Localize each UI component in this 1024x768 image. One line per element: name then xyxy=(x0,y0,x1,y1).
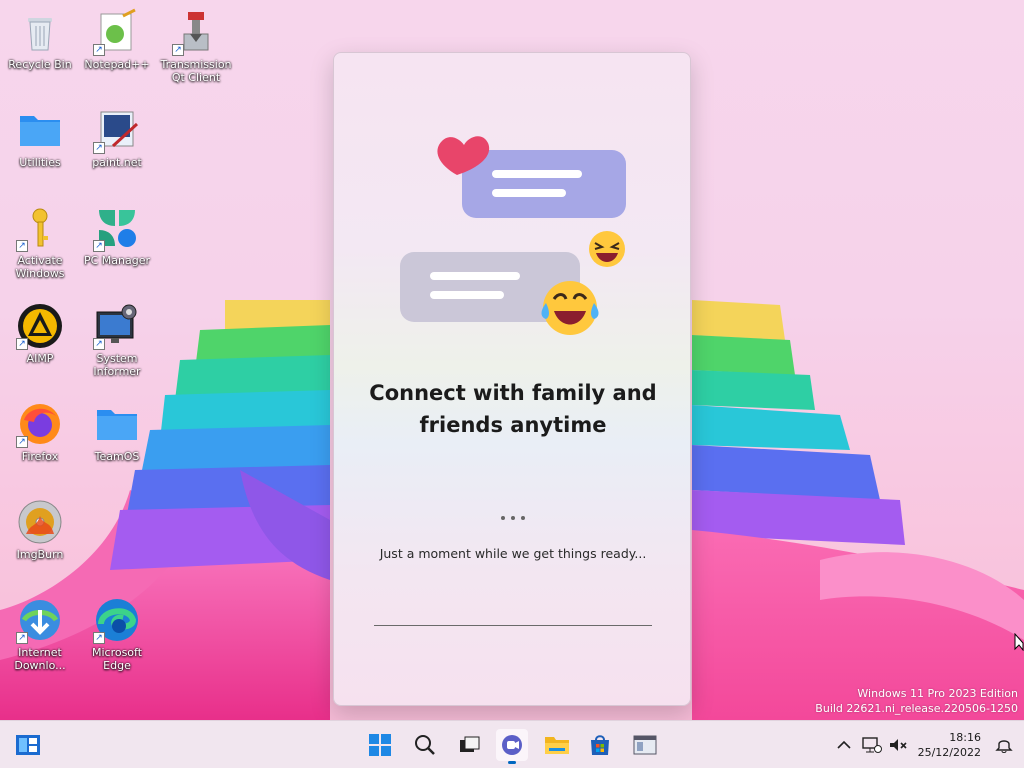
shortcut-arrow-icon: ↗ xyxy=(93,632,105,644)
transmission-icon: ↗ xyxy=(172,8,220,56)
desktop-icon-label: Firefox xyxy=(21,450,59,463)
loading-dots-indicator xyxy=(334,505,690,524)
desktop-icon-label: System Informer xyxy=(93,352,141,378)
shortcut-arrow-icon: ↗ xyxy=(16,338,28,350)
desktop-icon-label: Activate Windows xyxy=(15,254,65,280)
shortcut-arrow-icon: ↗ xyxy=(93,44,105,56)
desktop-icon-aimp[interactable]: ↗ AIMP xyxy=(0,302,80,365)
widgets-icon xyxy=(16,735,40,755)
desktop-icon-notepadpp[interactable]: ↗ Notepad++ xyxy=(77,8,157,71)
folder-icon xyxy=(93,400,141,448)
network-icon xyxy=(862,737,882,753)
task-view-icon xyxy=(460,736,480,752)
key-icon: ↗ xyxy=(16,204,64,252)
loading-message: Just a moment while we get things ready.… xyxy=(379,546,647,561)
folder-icon xyxy=(16,106,64,154)
mouse-cursor-icon xyxy=(1014,633,1024,651)
desktop-icon-transmission[interactable]: ↗ Transmission Qt Client xyxy=(156,8,236,84)
laughing-emoji-small-icon xyxy=(589,231,625,267)
paintnet-icon: ↗ xyxy=(93,106,141,154)
task-view-button[interactable] xyxy=(454,729,486,761)
desktop-icon-recycle-bin[interactable]: Recycle Bin xyxy=(0,8,80,71)
search-icon xyxy=(415,735,435,755)
notification-bell-icon xyxy=(995,740,1013,753)
edge-icon: ↗ xyxy=(93,596,141,644)
shortcut-arrow-icon: ↗ xyxy=(172,44,184,56)
recycle-bin-icon xyxy=(16,8,64,56)
desktop-icon-label: Notepad++ xyxy=(84,58,150,71)
desktop-icon-pc-manager[interactable]: ↗ PC Manager xyxy=(77,204,157,267)
desktop-icon-firefox[interactable]: ↗ Firefox xyxy=(0,400,80,463)
idm-icon: ↗ xyxy=(16,596,64,644)
chevron-up-icon xyxy=(837,740,851,749)
dialog-title-line: Connect with family and xyxy=(369,381,657,405)
windows-build-watermark: Windows 11 Pro 2023 Edition Build 22621.… xyxy=(815,686,1018,716)
shortcut-arrow-icon: ↗ xyxy=(16,240,28,252)
desktop-icon-system-informer[interactable]: ↗ System Informer xyxy=(77,302,157,378)
notepadpp-icon: ↗ xyxy=(93,8,141,56)
volume-muted-icon xyxy=(890,739,907,751)
firefox-icon: ↗ xyxy=(16,400,64,448)
search-button[interactable] xyxy=(409,729,441,761)
shortcut-arrow-icon: ↗ xyxy=(16,436,28,448)
teams-setup-dialog: Connect with family and friends anytime … xyxy=(333,52,691,706)
desktop-icon-label: PC Manager xyxy=(83,254,151,267)
watermark-build: Build 22621.ni_release.220506-1250 xyxy=(815,702,1018,715)
widgets-button[interactable] xyxy=(12,729,44,761)
desktop-icon-teamos[interactable]: TeamOS xyxy=(77,400,157,463)
desktop-icon-paintnet[interactable]: ↗ paint.net xyxy=(77,106,157,169)
notifications-button[interactable] xyxy=(988,729,1020,761)
desktop-icon-imgburn[interactable]: ImgBurn xyxy=(0,498,80,561)
desktop-icon-label: TeamOS xyxy=(94,450,140,463)
desktop-icon-label: Recycle Bin xyxy=(8,58,72,71)
store-icon xyxy=(591,735,609,755)
shortcut-arrow-icon: ↗ xyxy=(93,338,105,350)
desktop-icon-internet-download-manager[interactable]: ↗ Internet Downlo... xyxy=(0,596,80,672)
progress-line xyxy=(374,625,652,626)
desktop-icon-activate-windows[interactable]: ↗ Activate Windows xyxy=(0,204,80,280)
desktop-icon-label: paint.net xyxy=(92,156,142,169)
teams-chat-button[interactable] xyxy=(496,729,528,764)
chat-illustration xyxy=(400,136,626,335)
desktop-icon-label: Transmission Qt Client xyxy=(160,58,232,84)
shortcut-arrow-icon: ↗ xyxy=(16,632,28,644)
clock-date: 25/12/2022 xyxy=(917,746,981,759)
aimp-icon: ↗ xyxy=(16,302,64,350)
pc-manager-icon: ↗ xyxy=(93,204,141,252)
dialog-title-line: friends anytime xyxy=(419,413,607,437)
shortcut-arrow-icon: ↗ xyxy=(93,240,105,252)
start-icon xyxy=(369,734,391,756)
system-informer-icon: ↗ xyxy=(93,302,141,350)
microsoft-store-button[interactable] xyxy=(584,729,616,761)
dialog-title: Connect with family and friends anytime xyxy=(334,377,690,441)
desktop-icon-label: AIMP xyxy=(26,352,54,365)
app-window-icon xyxy=(633,735,657,755)
imgburn-icon xyxy=(16,498,64,546)
teams-chat-icon xyxy=(502,735,522,755)
desktop-icon-label: ImgBurn xyxy=(16,548,64,561)
file-explorer-icon xyxy=(545,737,569,754)
taskbar: 18:16 25/12/2022 xyxy=(0,720,1024,768)
desktop-icon-label: Microsoft Edge xyxy=(91,646,143,672)
app-window-button[interactable] xyxy=(629,729,661,761)
desktop-icon-microsoft-edge[interactable]: ↗ Microsoft Edge xyxy=(77,596,157,672)
start-button[interactable] xyxy=(364,729,396,761)
file-explorer-button[interactable] xyxy=(541,729,573,761)
clock[interactable]: 18:16 25/12/2022 xyxy=(918,730,981,760)
desktop-icon-label: Utilities xyxy=(19,156,61,169)
desktop-icon-label: Internet Downlo... xyxy=(14,646,66,672)
watermark-edition: Windows 11 Pro 2023 Edition xyxy=(857,687,1018,700)
desktop-icon-utilities[interactable]: Utilities xyxy=(0,106,80,169)
clock-time: 18:16 xyxy=(949,731,981,744)
shortcut-arrow-icon: ↗ xyxy=(93,142,105,154)
volume-button[interactable] xyxy=(882,729,914,761)
